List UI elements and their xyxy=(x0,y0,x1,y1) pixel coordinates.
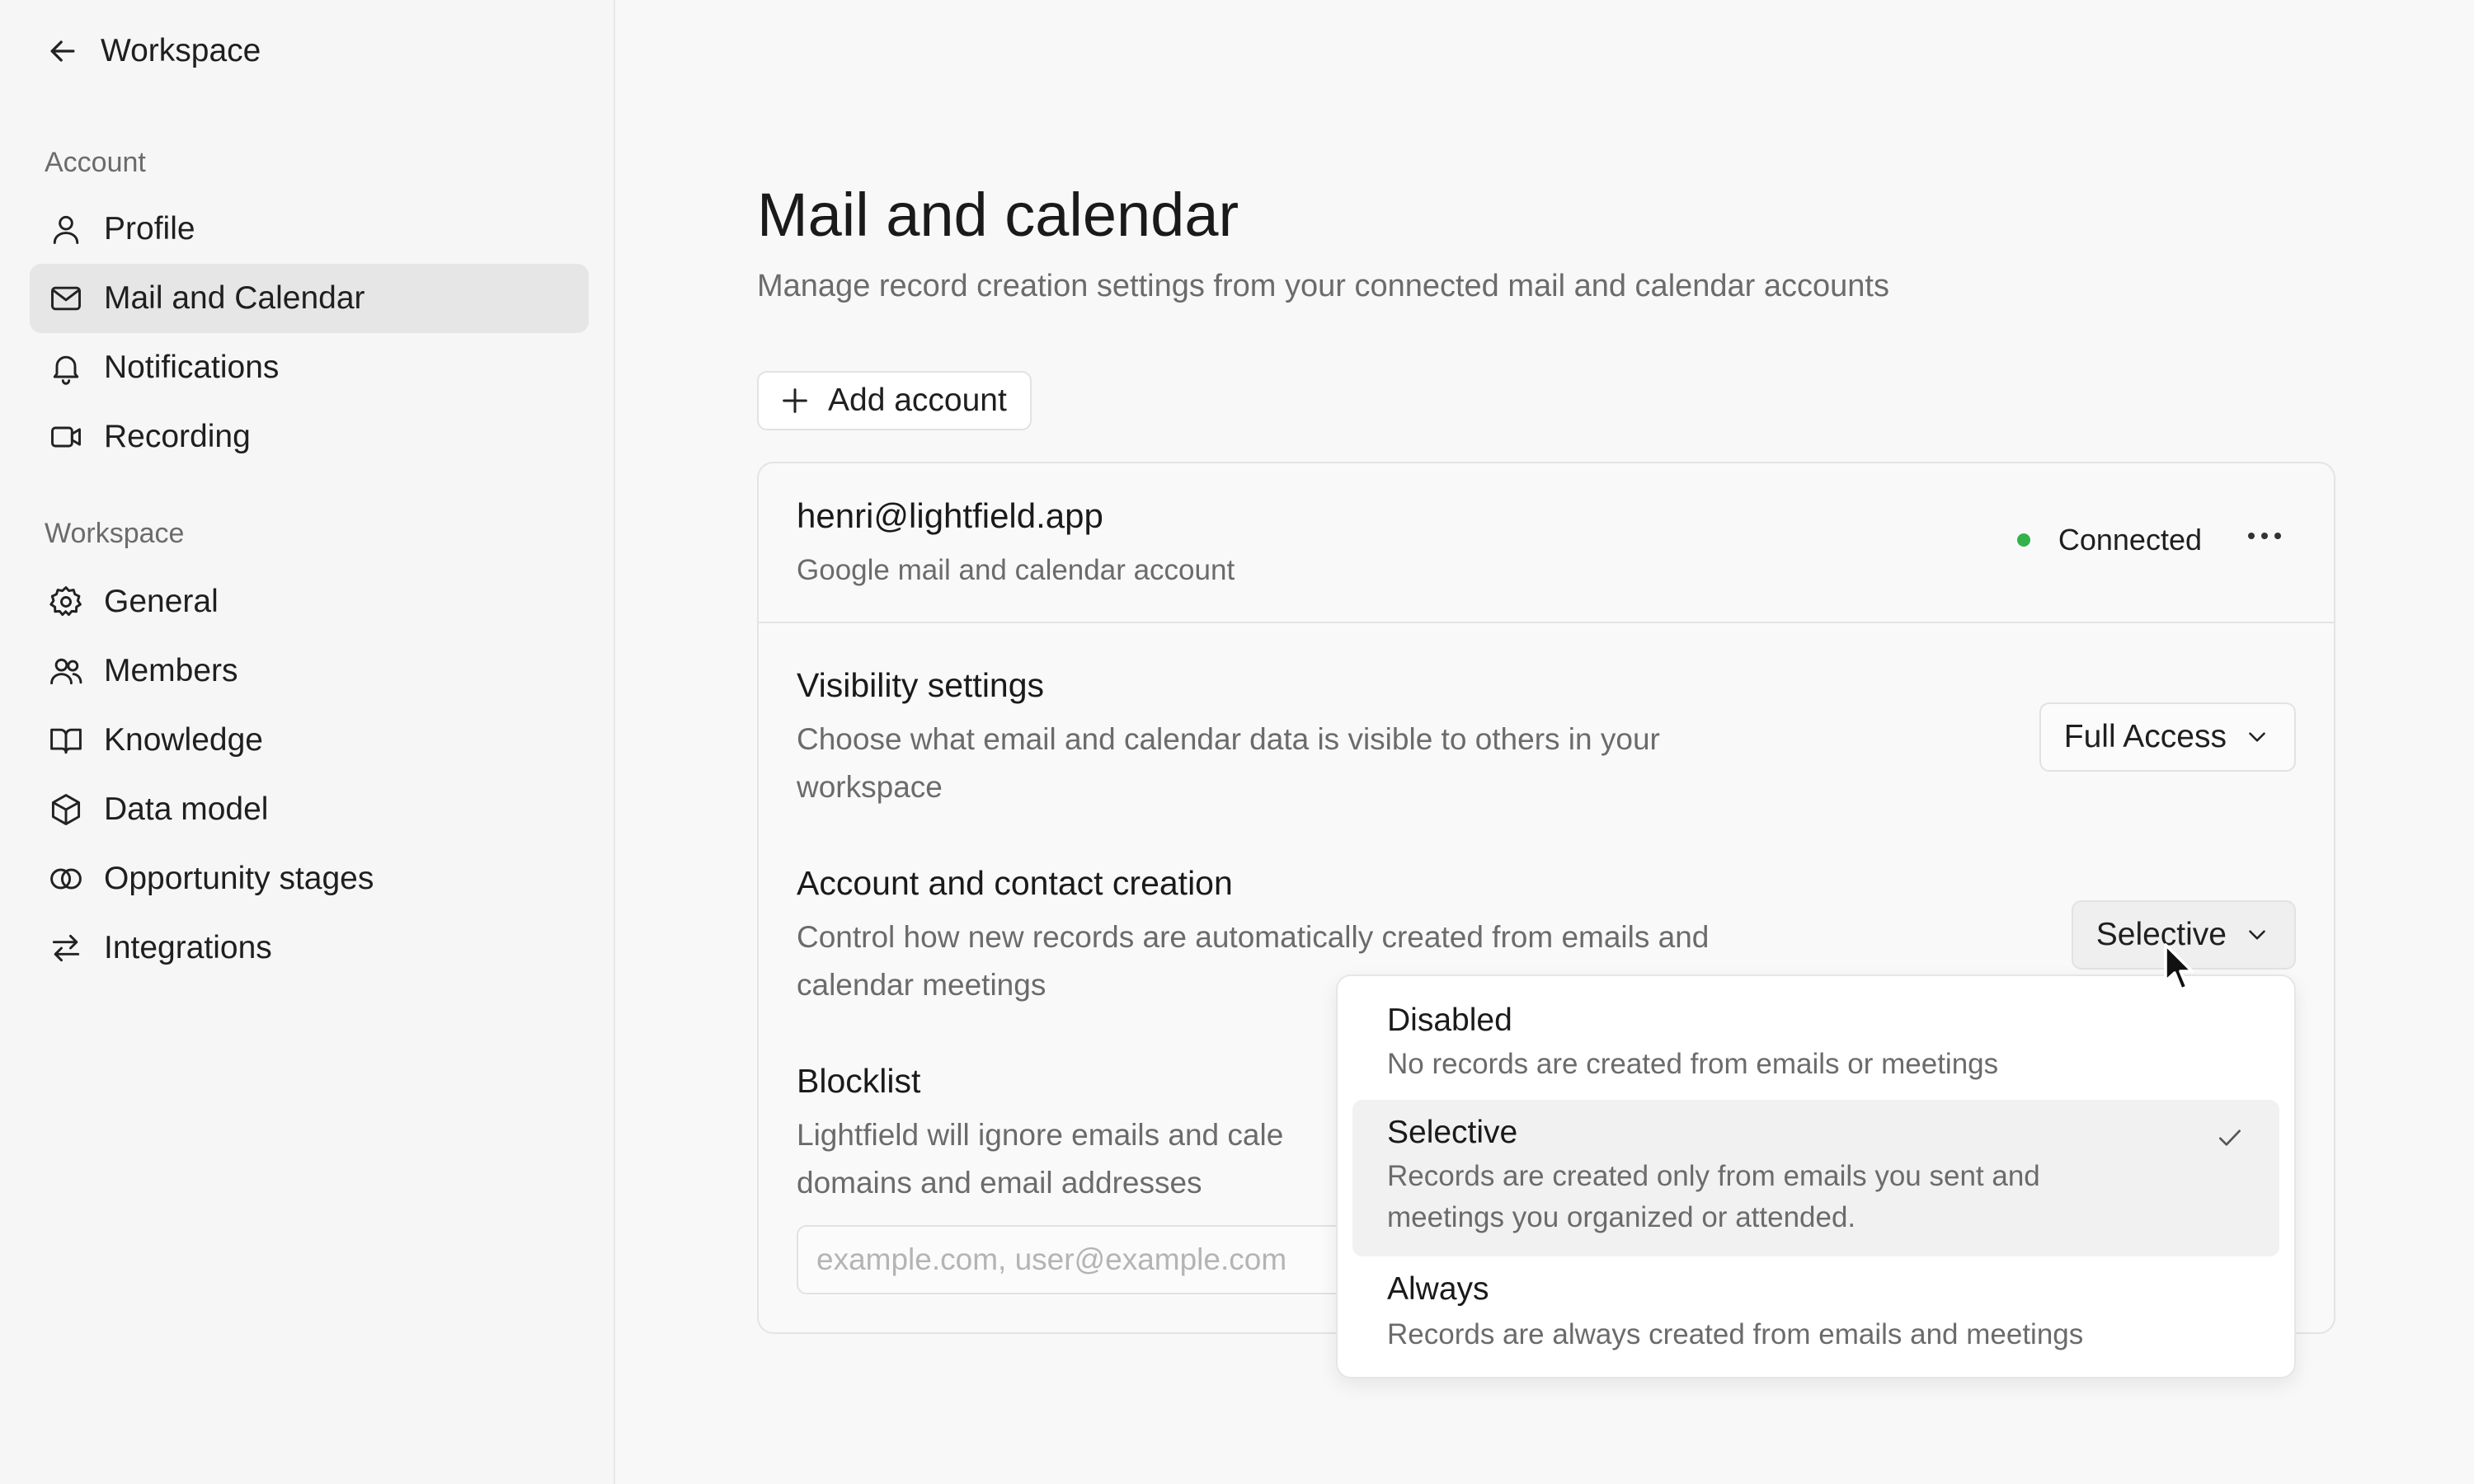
sidebar-item-label: Profile xyxy=(104,211,195,247)
plus-icon xyxy=(783,388,807,413)
more-horizontal-icon xyxy=(2248,533,2281,539)
sidebar-item-label: Data model xyxy=(104,791,269,827)
sidebar-item-members[interactable]: Members xyxy=(30,636,589,706)
sidebar-item-label: Recording xyxy=(104,419,251,454)
sidebar-item-label: Integrations xyxy=(104,930,272,965)
dropdown-option-disabled[interactable]: Disabled No records are created from ema… xyxy=(1352,989,2279,1098)
more-options-button[interactable] xyxy=(2240,518,2289,554)
account-contact-creation-title: Account and contact creation xyxy=(797,864,1233,902)
book-icon xyxy=(48,722,84,758)
option-title: Selective xyxy=(1387,1115,1518,1150)
user-icon xyxy=(48,211,84,247)
sidebar-item-label: Notifications xyxy=(104,350,280,385)
blocklist-input[interactable] xyxy=(797,1225,1390,1294)
sidebar-item-label: Knowledge xyxy=(104,722,263,758)
option-title: Disabled xyxy=(1387,1003,1512,1038)
status-dot-icon xyxy=(2016,533,2030,547)
back-link-label: Workspace xyxy=(101,33,261,68)
sidebar-item-opportunity-stages[interactable]: Opportunity stages xyxy=(30,844,589,913)
chevron-down-icon xyxy=(2249,732,2265,742)
sidebar-item-label: Members xyxy=(104,653,238,688)
visibility-settings-description: Choose what email and calendar data is v… xyxy=(797,722,1660,804)
visibility-select-value: Full Access xyxy=(2063,719,2227,754)
account-section-label: Account xyxy=(45,147,146,178)
status-label: Connected xyxy=(2058,523,2202,556)
back-to-workspace-link[interactable]: Workspace xyxy=(45,33,261,69)
chevron-down-icon xyxy=(2249,930,2265,940)
mouse-cursor-icon xyxy=(2164,943,2194,991)
account-type: Google mail and calendar account xyxy=(797,554,1235,586)
sidebar-item-label: Mail and Calendar xyxy=(104,280,365,316)
dropdown-option-selective[interactable]: Selective Records are created only from … xyxy=(1352,1100,2279,1256)
option-description: Records are always created from emails a… xyxy=(1387,1318,2084,1350)
account-email: henri@lightfield.app xyxy=(797,496,1103,535)
creation-mode-dropdown: Disabled No records are created from ema… xyxy=(1336,974,2296,1378)
workspace-section-label: Workspace xyxy=(45,518,185,549)
add-account-label: Add account xyxy=(828,383,1007,418)
option-title: Always xyxy=(1387,1271,1489,1307)
mail-icon xyxy=(48,280,84,317)
visibility-settings-title: Visibility settings xyxy=(797,666,1045,704)
users-icon xyxy=(48,653,84,689)
gear-icon xyxy=(48,584,84,620)
sidebar-item-notifications[interactable]: Notifications xyxy=(30,333,589,402)
add-account-button[interactable]: Add account xyxy=(757,371,1032,430)
arrows-icon xyxy=(48,930,84,966)
page-title: Mail and calendar xyxy=(757,181,1239,249)
dropdown-option-always[interactable]: Always Records are always created from e… xyxy=(1352,1260,2279,1367)
sidebar-item-recording[interactable]: Recording xyxy=(30,402,589,472)
cube-icon xyxy=(48,791,84,828)
connection-status: Connected xyxy=(2016,523,2202,557)
rings-icon xyxy=(48,861,84,897)
sidebar-item-profile[interactable]: Profile xyxy=(30,195,589,264)
option-description: Records are created only from emails you… xyxy=(1387,1160,2040,1233)
checkmark-icon xyxy=(2219,1129,2241,1146)
page-subtitle: Manage record creation settings from you… xyxy=(757,269,1889,303)
creation-mode-select-value: Selective xyxy=(2095,917,2227,952)
bell-icon xyxy=(48,350,84,386)
arrow-left-icon xyxy=(50,40,75,62)
account-card-header: henri@lightfield.app Google mail and cal… xyxy=(759,463,2334,623)
video-icon xyxy=(48,419,84,455)
visibility-select[interactable]: Full Access xyxy=(2039,702,2296,772)
sidebar-item-general[interactable]: General xyxy=(30,567,589,636)
sidebar-item-label: General xyxy=(104,584,219,619)
sidebar-item-label: Opportunity stages xyxy=(104,861,374,896)
blocklist-title: Blocklist xyxy=(797,1062,921,1100)
option-description: No records are created from emails or me… xyxy=(1387,1048,1999,1080)
sidebar: Workspace Account Profile Mail and Calen… xyxy=(0,0,615,1484)
sidebar-item-data-model[interactable]: Data model xyxy=(30,775,589,844)
sidebar-item-mail-and-calendar[interactable]: Mail and Calendar xyxy=(30,264,589,333)
sidebar-item-knowledge[interactable]: Knowledge xyxy=(30,706,589,775)
sidebar-item-integrations[interactable]: Integrations xyxy=(30,913,589,983)
